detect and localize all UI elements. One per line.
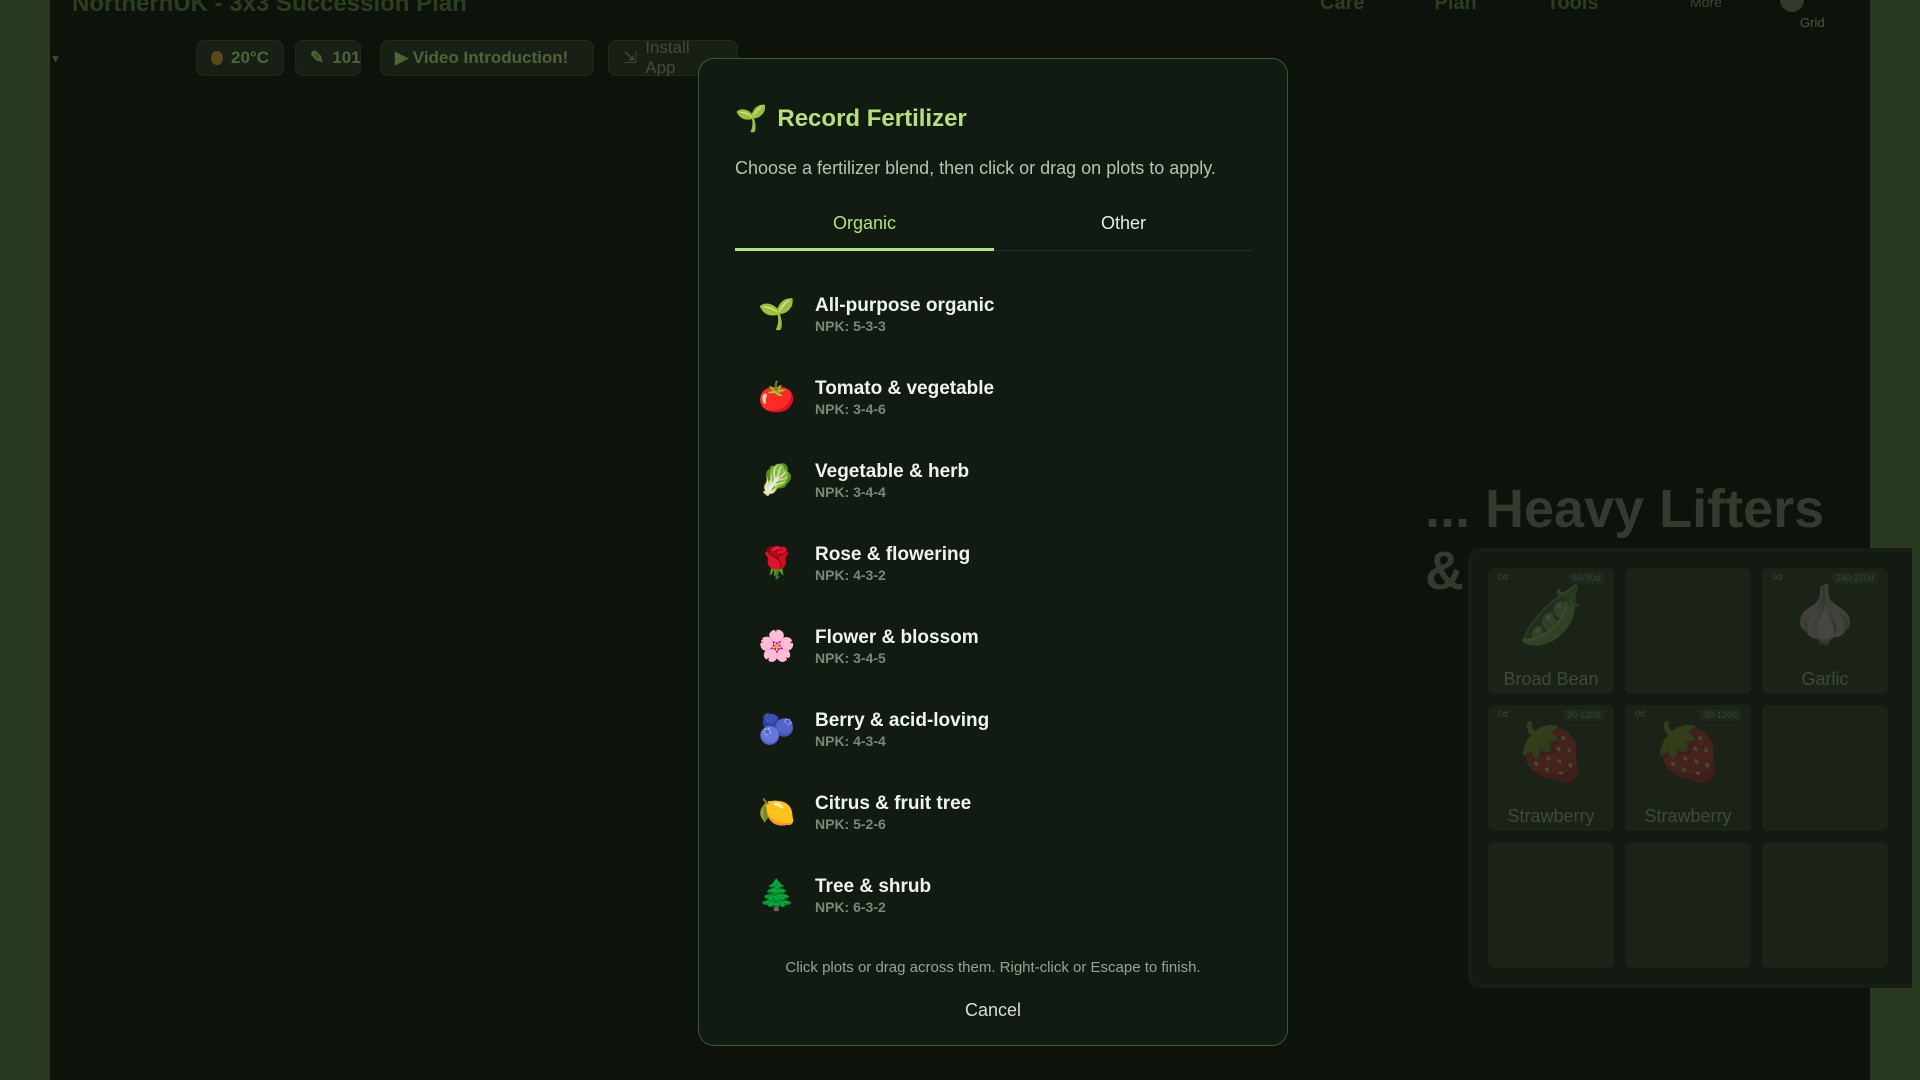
- score-chip[interactable]: ✎ 101: [295, 40, 361, 76]
- plot-cell[interactable]: 0d 60-90d 🫛 Broad Bean: [1488, 568, 1614, 694]
- blend-option-citrus-fruit-tree[interactable]: 🍋 Citrus & fruit tree NPK: 5-2-6: [735, 771, 1251, 854]
- blend-category-tabs: Organic Other: [735, 203, 1253, 251]
- plot-cell[interactable]: [1625, 568, 1751, 694]
- blueberries-icon: 🫐: [758, 713, 796, 746]
- sun-icon: [211, 51, 224, 65]
- more-menu[interactable]: More: [1690, 0, 1722, 10]
- dialog-title: 🌱 Record Fertilizer: [735, 103, 1251, 134]
- plot-grid: 0d 60-90d 🫛 Broad Bean 0d 240-270d 🧄 Gar…: [1468, 548, 1912, 988]
- leafy-green-icon: 🥬: [758, 464, 796, 497]
- blend-name: Rose & flowering: [815, 544, 971, 565]
- plot-label: Strawberry: [1507, 806, 1595, 826]
- plot-cell[interactable]: 0d 240-270d 🧄 Garlic: [1762, 568, 1888, 694]
- blend-npk: NPK: 4-3-2: [815, 567, 886, 583]
- blend-option-vegetable-herb[interactable]: 🥬 Vegetable & herb NPK: 3-4-4: [735, 439, 1251, 522]
- broad-bean-icon: 🫛: [1516, 583, 1586, 646]
- blend-npk: NPK: 3-4-6: [815, 401, 886, 417]
- evergreen-tree-icon: 🌲: [758, 879, 796, 912]
- blend-npk: NPK: 5-3-3: [815, 318, 886, 334]
- left-edge-strip: [0, 0, 50, 1080]
- garlic-icon: 🧄: [1790, 583, 1860, 646]
- blend-option-berry-acid-loving[interactable]: 🫐 Berry & acid-loving NPK: 4-3-4: [735, 688, 1251, 771]
- strawberry-icon: 🍓: [1516, 720, 1586, 783]
- record-fertilizer-dialog: 🌱 Record Fertilizer Choose a fertilizer …: [698, 58, 1288, 1046]
- blend-npk: NPK: 5-2-6: [815, 816, 886, 832]
- blend-option-flower-blossom[interactable]: 🌸 Flower & blossom NPK: 3-4-5: [735, 605, 1251, 688]
- nav-plan[interactable]: Plan: [1434, 0, 1476, 15]
- grid-label: Grid: [1800, 15, 1825, 30]
- blend-npk: NPK: 3-4-5: [815, 650, 886, 666]
- plot-cell[interactable]: 0d 90-120d 🍓 Strawberry: [1625, 705, 1751, 831]
- tab-other[interactable]: Other: [994, 203, 1253, 250]
- cancel-button[interactable]: Cancel: [951, 994, 1035, 1027]
- blend-list: 🌱 All-purpose organic NPK: 5-3-3 🍅 Tomat…: [735, 273, 1251, 937]
- plot-cell[interactable]: [1762, 842, 1888, 968]
- blossom-icon: 🌸: [758, 630, 796, 663]
- blend-npk: NPK: 4-3-4: [815, 733, 886, 749]
- grid-toggle-icon[interactable]: [1780, 0, 1804, 12]
- plot-label: Strawberry: [1644, 806, 1732, 826]
- dialog-title-text: Record Fertilizer: [777, 104, 967, 132]
- nav-care[interactable]: Care: [1320, 0, 1364, 15]
- video-introduction-button[interactable]: ▶ Video Introduction!: [380, 40, 594, 76]
- blend-name: Berry & acid-loving: [815, 710, 990, 731]
- temperature-value: 20°C: [231, 48, 269, 67]
- top-bar: NorthernUK - 3x3 Succession Plan Care Pl…: [50, 0, 1870, 30]
- plot-label: Garlic: [1801, 669, 1849, 689]
- plot-age-tag: 0d: [1772, 572, 1783, 582]
- blend-option-tomato-vegetable[interactable]: 🍅 Tomato & vegetable NPK: 3-4-6: [735, 356, 1251, 439]
- blend-name: Vegetable & herb: [815, 461, 970, 482]
- strawberry-icon: 🍓: [1653, 720, 1723, 783]
- chevron-down-icon[interactable]: ▾: [52, 50, 59, 67]
- plot-cell[interactable]: 0d 90-120d 🍓 Strawberry: [1488, 705, 1614, 831]
- blend-name: Citrus & fruit tree: [815, 793, 972, 814]
- tab-organic[interactable]: Organic: [735, 203, 994, 251]
- temperature-chip[interactable]: 20°C: [196, 40, 284, 76]
- plot-cell[interactable]: [1488, 842, 1614, 968]
- plot-age-tag: 0d: [1635, 709, 1646, 719]
- top-nav: Care Plan Tools: [1320, 0, 1599, 15]
- dialog-subtitle: Choose a fertilizer blend, then click or…: [735, 158, 1216, 178]
- plot-label: Broad Bean: [1503, 669, 1599, 689]
- blend-name: All-purpose organic: [815, 295, 995, 316]
- plot-cell[interactable]: [1762, 705, 1888, 831]
- blend-name: Tomato & vegetable: [815, 378, 995, 399]
- instructions-hint: Click plots or drag across them. Right-c…: [785, 959, 1201, 976]
- nav-tools[interactable]: Tools: [1547, 0, 1599, 15]
- app-title: NorthernUK - 3x3 Succession Plan: [72, 0, 467, 17]
- blend-option-all-purpose-organic[interactable]: 🌱 All-purpose organic NPK: 5-3-3: [735, 273, 1251, 356]
- plot-cell[interactable]: [1625, 842, 1751, 968]
- blend-option-rose-flowering[interactable]: 🌹 Rose & flowering NPK: 4-3-2: [735, 522, 1251, 605]
- score-value: 101: [332, 48, 361, 67]
- tomato-icon: 🍅: [758, 381, 796, 414]
- plot-age-tag: 0d: [1498, 709, 1509, 719]
- install-icon: ⇲: [623, 48, 638, 67]
- seedling-icon: 🌱: [735, 103, 768, 133]
- lemon-icon: 🍋: [758, 796, 796, 829]
- video-label: ▶ Video Introduction!: [395, 48, 569, 67]
- seedling-icon: 🌱: [758, 298, 796, 331]
- plot-age-tag: 0d: [1498, 572, 1509, 582]
- blend-npk: NPK: 3-4-4: [815, 484, 886, 500]
- blend-option-tree-shrub[interactable]: 🌲 Tree & shrub NPK: 6-3-2: [735, 854, 1251, 937]
- blend-npk: NPK: 6-3-2: [815, 899, 886, 915]
- blend-name: Flower & blossom: [815, 627, 979, 648]
- pencil-icon: ✎: [310, 48, 325, 67]
- rose-icon: 🌹: [758, 547, 796, 580]
- blend-name: Tree & shrub: [815, 876, 932, 897]
